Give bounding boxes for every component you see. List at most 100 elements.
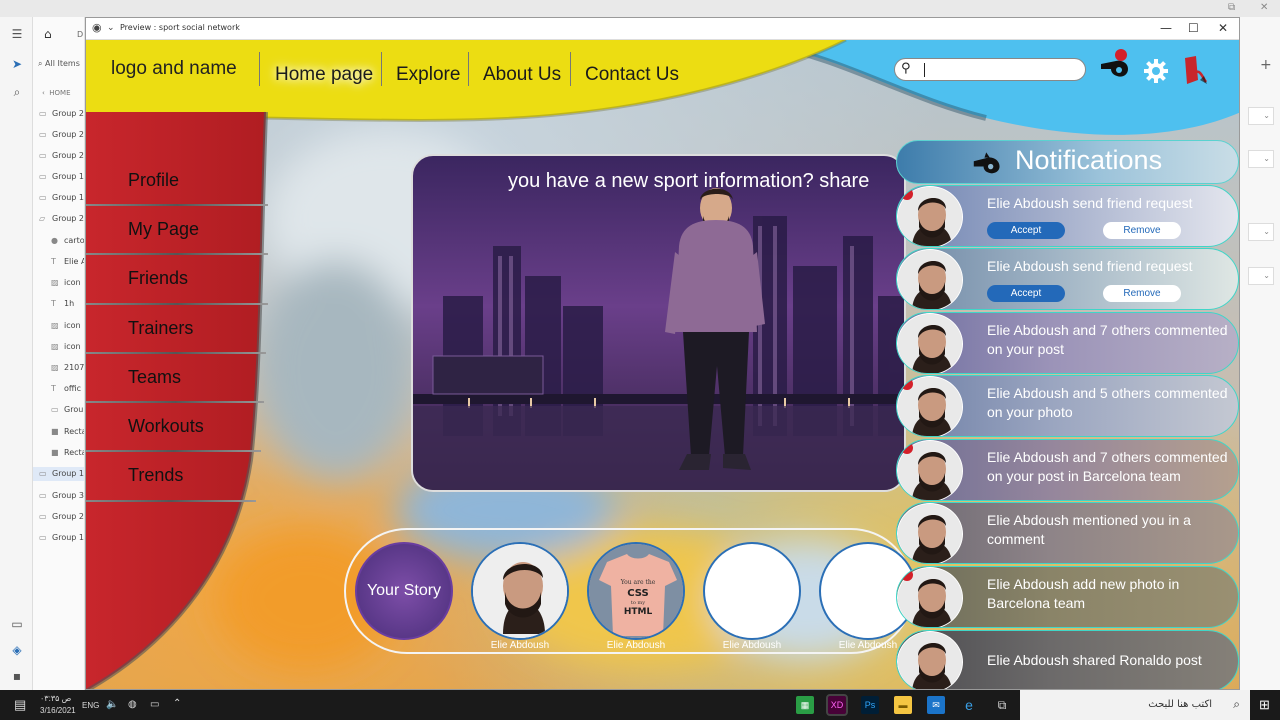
sidebar-divider (86, 303, 268, 305)
mail-icon[interactable]: ✉ (927, 696, 945, 714)
notification-item[interactable]: Elie Abdoush send friend request Accept Re… (896, 248, 1239, 310)
logo-text[interactable]: logo and name (111, 58, 237, 80)
sidebar-item-trainers[interactable]: Trainers (128, 318, 193, 339)
layer-row[interactable]: ▭ Group 2 (39, 128, 84, 142)
layer-row[interactable]: ▨ icon (51, 340, 81, 354)
share-banner[interactable]: you have a new sport information? share (411, 154, 906, 492)
close-button[interactable]: ✕ (1218, 21, 1228, 35)
layer-row[interactable]: ▭ Group 1 (39, 191, 84, 205)
prop-dropdown[interactable]: ⌄ (1248, 150, 1274, 168)
assets-icon[interactable]: ▭ (9, 617, 25, 631)
avatar[interactable] (897, 631, 963, 689)
image-icon: ▨ (51, 321, 59, 330)
nav-explore[interactable]: Explore (384, 60, 472, 90)
layer-row[interactable]: T 1h (51, 297, 74, 311)
story-empty[interactable] (703, 542, 801, 640)
document-tab[interactable]: D (77, 30, 83, 39)
notification-center-icon[interactable]: ▤ (14, 697, 26, 713)
volume-icon[interactable]: 🔈 (106, 699, 118, 710)
image-icon: ▨ (51, 363, 59, 372)
photoshop-app-icon[interactable]: Ps (861, 696, 879, 714)
layers-search[interactable]: ⌕ All Items (38, 59, 80, 69)
sidebar-item-friends[interactable]: Friends (128, 268, 188, 289)
layer-row[interactable]: ▭ Group 1 (39, 170, 84, 184)
chevron-down-icon[interactable]: ⌄ (107, 23, 115, 33)
notification-item[interactable]: Elie Abdoush add new photo in Barcelona … (896, 566, 1239, 628)
plugins-icon[interactable]: ▪ (9, 669, 25, 683)
language-indicator[interactable]: ENG (82, 701, 99, 710)
add-icon[interactable]: + (1260, 57, 1272, 73)
xd-app-icon[interactable]: XD (826, 694, 848, 716)
nav-about[interactable]: About Us (471, 60, 573, 90)
exit-icon[interactable] (1182, 54, 1208, 88)
file-explorer-icon[interactable]: ▬ (894, 696, 912, 714)
battery-icon[interactable]: ▭ (150, 699, 159, 710)
hamburger-icon[interactable]: ☰ (9, 27, 25, 41)
task-view-icon[interactable]: ⧉ (993, 696, 1011, 714)
story-avatar[interactable] (471, 542, 569, 640)
breadcrumb[interactable]: ‹ HOME (42, 89, 71, 97)
layer-row[interactable]: ▭ Grou (51, 403, 83, 417)
accept-button[interactable]: Accept (987, 285, 1065, 302)
sidebar-item-trends[interactable]: Trends (128, 465, 183, 486)
layer-row[interactable]: ▭ Group 2 (39, 510, 84, 524)
layers-icon[interactable]: ◈ (9, 643, 25, 657)
notification-item[interactable]: Elie Abdoush and 7 others commented on y… (896, 312, 1239, 374)
sidebar-item-my-page[interactable]: My Page (128, 219, 199, 240)
search-icon[interactable]: ⌕ (9, 85, 25, 100)
layer-row[interactable]: ■ Recta (51, 446, 84, 460)
taskbar-search[interactable]: اكتب هنا للبحث ⌕ (1020, 690, 1250, 720)
search-input[interactable]: ⚲ (894, 58, 1086, 81)
whistle-icon[interactable] (1098, 48, 1134, 84)
record-icon[interactable]: ◉ (92, 21, 102, 34)
network-icon[interactable]: ◍ (128, 699, 137, 710)
nav-contact[interactable]: Contact Us (573, 60, 691, 90)
clock-time[interactable]: ۰۳:۳۵ ص (40, 694, 71, 703)
avatar[interactable] (897, 503, 963, 563)
gear-icon[interactable] (1143, 58, 1169, 84)
home-icon[interactable]: ⌂ (44, 27, 52, 41)
preview-window: ◉ ⌄ Preview : sport social network — ☐ ✕ (85, 17, 1240, 690)
restore-icon[interactable]: ⧉ (1228, 2, 1235, 13)
accept-button[interactable]: Accept (987, 222, 1065, 239)
avatar[interactable] (897, 249, 963, 309)
layer-row[interactable]: ▨ icon (51, 276, 81, 290)
sidebar-item-workouts[interactable]: Workouts (128, 416, 204, 437)
windows-start-icon[interactable]: ⊞ (1259, 697, 1270, 713)
notification-item[interactable]: Elie Abdoush mentioned you in a comment (896, 502, 1239, 564)
layer-row[interactable]: ▨ icon (51, 319, 81, 333)
notification-item[interactable]: Elie Abdoush and 5 others commented on y… (896, 375, 1239, 437)
maximize-button[interactable]: ☐ (1188, 21, 1199, 35)
layer-row[interactable]: ● carto (51, 234, 84, 248)
notification-item[interactable]: Elie Abdoush send friend request Accept Re… (896, 185, 1239, 247)
layer-row[interactable]: ▭ Group 2 (39, 149, 84, 163)
select-arrow-icon[interactable]: ➤ (9, 57, 25, 71)
story-shirt[interactable]: You are the CSS to my HTML (587, 542, 685, 640)
layer-row[interactable]: ▭ Group 2 (39, 107, 84, 121)
prop-dropdown[interactable]: ⌄ (1248, 267, 1274, 285)
sidebar-item-teams[interactable]: Teams (128, 367, 181, 388)
edge-icon[interactable]: e (960, 696, 978, 714)
layer-row[interactable]: ▭ Group 3 (39, 489, 84, 503)
layer-row[interactable]: ■ Recta (51, 425, 84, 439)
layer-row[interactable]: Toffic (51, 382, 81, 396)
notification-item[interactable]: Elie Abdoush and 7 others commented on y… (896, 439, 1239, 501)
avatar[interactable] (897, 313, 963, 373)
layer-row[interactable]: ▨ 2107 (51, 361, 84, 375)
layer-row[interactable]: ▭ Group 1 (33, 467, 84, 481)
sheets-app-icon[interactable]: ▦ (796, 696, 814, 714)
nav-home[interactable]: Home page (263, 60, 385, 90)
close-icon[interactable]: ✕ (1260, 2, 1268, 13)
clock-date[interactable]: 3/16/2021 (40, 706, 76, 715)
minimize-button[interactable]: — (1160, 21, 1172, 35)
layer-row[interactable]: ▱ Group 2 (39, 212, 84, 226)
prop-dropdown[interactable]: ⌄ (1248, 107, 1274, 125)
chevron-up-icon[interactable]: ⌃ (173, 698, 181, 709)
layer-row[interactable]: ▭ Group 1 (39, 531, 84, 545)
notification-item[interactable]: Elie Abdoush shared Ronaldo post (896, 630, 1239, 689)
sidebar-item-profile[interactable]: Profile (128, 170, 179, 191)
remove-button[interactable]: Remove (1103, 285, 1181, 302)
remove-button[interactable]: Remove (1103, 222, 1181, 239)
layer-row[interactable]: T Elie A (51, 255, 84, 269)
prop-dropdown[interactable]: ⌄ (1248, 223, 1274, 241)
